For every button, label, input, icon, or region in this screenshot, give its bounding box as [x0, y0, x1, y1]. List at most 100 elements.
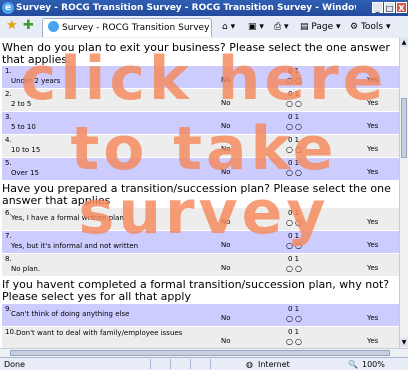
table-row: 8. No plan. No 0 1 ○○ Yes: [2, 254, 399, 276]
yes-label: Yes: [367, 168, 379, 176]
status-panel: [150, 359, 151, 369]
ie-logo-icon: e: [2, 2, 14, 14]
table-row: 10. Don't want to deal with family/emplo…: [2, 327, 399, 348]
yes-label: Yes: [367, 264, 379, 272]
no-label: No: [221, 218, 231, 226]
scale-label: 0 1: [288, 209, 300, 217]
maximize-button[interactable]: □: [384, 2, 395, 13]
yes-label: Yes: [367, 99, 379, 107]
no-label: No: [221, 122, 231, 130]
print-icon[interactable]: ⎙ ▾: [274, 19, 289, 35]
status-text: Done: [4, 360, 26, 369]
question-1-text: When do you plan to exit your business? …: [2, 41, 390, 66]
row-number: 4.: [5, 136, 12, 144]
horizontal-scroll-thumb[interactable]: [10, 350, 390, 356]
yes-label: Yes: [367, 145, 379, 153]
ie-tab-icon: [48, 21, 59, 32]
option-label: Over 15: [11, 169, 39, 177]
scale-label: 0 1: [288, 305, 300, 313]
status-panel: [210, 359, 211, 369]
close-button[interactable]: X: [396, 2, 407, 13]
option-label: Can't think of doing anything else: [11, 310, 130, 318]
table-row: 1. Under 2 years No 0 1 ○○ Yes: [2, 66, 399, 88]
yes-label: Yes: [367, 122, 379, 130]
page-menu[interactable]: ▤ Page ▾: [300, 19, 341, 35]
option-label: Yes, I have a formal written plan: [11, 214, 124, 222]
scroll-down-arrow-icon[interactable]: ▼: [400, 338, 408, 347]
question-3-text: If you havent completed a formal transit…: [2, 278, 390, 303]
row-number: 8.: [5, 255, 12, 263]
status-bar: Done ◍ Internet 🔍 100%: [0, 357, 408, 370]
table-row: 2. 2 to 5 No 0 1 ○○ Yes: [2, 89, 399, 111]
radio-pair[interactable]: ○○: [286, 123, 304, 131]
add-favorite-icon[interactable]: ✚: [23, 19, 34, 33]
no-label: No: [221, 337, 231, 345]
browser-toolbar: ★ ✚ Survey - ROCG Transition Survey - RO…: [0, 16, 408, 39]
table-row: 3. 5 to 10 No 0 1 ○○ Yes: [2, 112, 399, 134]
yes-label: Yes: [367, 218, 379, 226]
row-number: 5.: [5, 159, 12, 167]
row-number: 1.: [5, 67, 12, 75]
option-label: 10 to 15: [11, 146, 41, 154]
scale-label: 0 1: [288, 90, 300, 98]
radio-pair[interactable]: ○○: [286, 315, 304, 323]
no-label: No: [221, 314, 231, 322]
status-panel: [190, 359, 191, 369]
table-row: 9. Can't think of doing anything else No…: [2, 304, 399, 326]
table-row: 4. 10 to 15 No 0 1 ○○ Yes: [2, 135, 399, 157]
yes-label: Yes: [367, 76, 379, 84]
horizontal-scrollbar[interactable]: [0, 348, 408, 357]
scale-label: 0 1: [288, 255, 300, 263]
radio-pair[interactable]: ○○: [286, 146, 304, 154]
scale-label: 0 1: [288, 136, 300, 144]
option-label: Yes, but it's informal and not written: [11, 242, 139, 250]
window-title: Survey - ROCG Transition Survey - ROCG T…: [16, 3, 356, 13]
radio-pair[interactable]: ○○: [286, 77, 304, 85]
radio-pair[interactable]: ○○: [286, 169, 304, 177]
zoom-level[interactable]: 100%: [362, 358, 385, 371]
no-label: No: [221, 145, 231, 153]
scale-label: 0 1: [288, 159, 300, 167]
table-row: 7. Yes, but it's informal and not writte…: [2, 231, 399, 253]
scale-label: 0 1: [288, 232, 300, 240]
radio-pair[interactable]: ○○: [286, 338, 304, 346]
zoom-icon[interactable]: 🔍: [348, 358, 358, 371]
option-label: 5 to 10: [11, 123, 36, 131]
scale-label: 0 1: [288, 113, 300, 121]
tools-menu[interactable]: ⚙ Tools ▾: [350, 19, 391, 35]
option-label: 2 to 5: [11, 100, 32, 108]
minimize-button[interactable]: _: [372, 2, 383, 13]
no-label: No: [221, 264, 231, 272]
status-panel: [170, 359, 171, 369]
option-label: Don't want to deal with family/employee …: [16, 329, 183, 337]
favorites-star-icon[interactable]: ★: [6, 19, 18, 33]
zone-label: Internet: [258, 360, 290, 369]
window-titlebar: e Survey - ROCG Transition Survey - ROCG…: [0, 0, 408, 16]
home-icon[interactable]: ⌂ ▾: [222, 19, 235, 35]
yes-label: Yes: [367, 241, 379, 249]
scale-label: 0 1: [288, 67, 300, 75]
row-number: 3.: [5, 113, 12, 121]
radio-pair[interactable]: ○○: [286, 265, 304, 273]
no-label: No: [221, 99, 231, 107]
table-row: 5. Over 15 No 0 1 ○○ Yes: [2, 158, 399, 180]
radio-pair[interactable]: ○○: [286, 100, 304, 108]
yes-label: Yes: [367, 337, 379, 345]
feeds-icon[interactable]: ▣ ▾: [248, 19, 264, 35]
row-number: 7.: [5, 232, 12, 240]
tools-menu-label: Tools: [360, 22, 384, 32]
scroll-thumb[interactable]: [401, 98, 407, 158]
radio-pair[interactable]: ○○: [286, 242, 304, 250]
page-menu-label: Page: [311, 22, 334, 32]
option-label: Under 2 years: [11, 77, 61, 85]
scroll-up-arrow-icon[interactable]: ▲: [400, 38, 408, 47]
row-number: 2.: [5, 90, 12, 98]
vertical-scrollbar[interactable]: ▲ ▼: [399, 38, 408, 348]
option-label: No plan.: [11, 265, 41, 273]
tab-survey[interactable]: Survey - ROCG Transition Survey - RO...: [42, 18, 212, 37]
table-row: 6. Yes, I have a formal written plan No …: [2, 208, 399, 230]
radio-pair[interactable]: ○○: [286, 219, 304, 227]
zone-globe-icon: ◍: [246, 360, 253, 369]
row-number: 10.: [5, 328, 17, 336]
yes-label: Yes: [367, 314, 379, 322]
